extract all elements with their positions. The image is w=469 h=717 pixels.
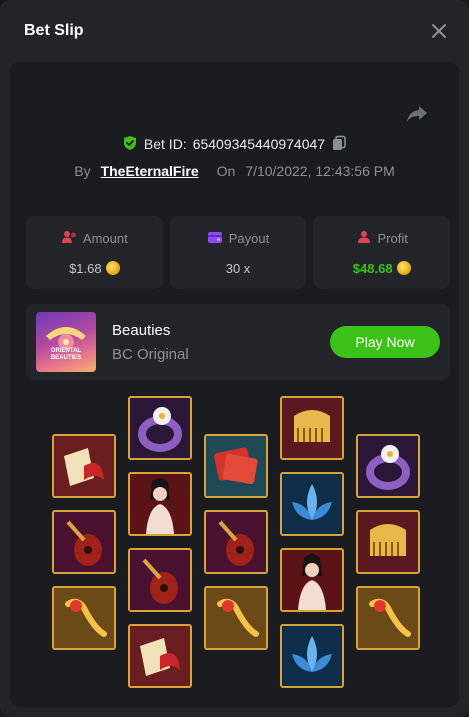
symbol-fan <box>128 624 192 688</box>
symbol-hairpin <box>356 586 420 650</box>
username-link[interactable]: TheEternalFire <box>101 163 199 179</box>
symbol-fan <box>52 434 116 498</box>
copy-icon[interactable] <box>331 135 347 154</box>
amount-label: Amount <box>82 230 128 246</box>
modal-header: Bet Slip <box>0 0 469 62</box>
coin-icon <box>105 261 120 275</box>
profit-value: $48.68 <box>352 260 393 276</box>
bet-id-value: 65409345440974047 <box>192 136 326 152</box>
symbol-pipa <box>204 510 268 574</box>
profit-icon <box>356 230 372 247</box>
symbol-comb <box>280 396 344 460</box>
coin-icon <box>396 261 411 275</box>
modal-title: Bet Slip <box>24 22 84 39</box>
bet-id-row: Bet ID: 65409345440974047 <box>0 134 469 154</box>
symbol-lotus <box>280 624 344 688</box>
thumbnail-caption-2: BEAUTIES <box>50 355 82 361</box>
stat-payout: Payout 30 x <box>169 216 307 289</box>
play-now-button[interactable]: Play Now <box>330 326 440 358</box>
game-name[interactable]: Beauties <box>112 322 170 339</box>
symbol-envelope <box>204 434 268 498</box>
game-card: ORIENTAL BEAUTIES Beauties BC Original P… <box>26 304 450 380</box>
bet-datetime: 7/10/2022, 12:43:56 PM <box>245 163 395 179</box>
game-thumbnail[interactable]: ORIENTAL BEAUTIES <box>36 312 96 372</box>
bet-meta-row: By TheEternalFire On 7/10/2022, 12:43:56… <box>0 160 469 182</box>
amount-value: $1.68 <box>69 260 102 276</box>
symbol-lady <box>280 548 344 612</box>
on-label: On <box>216 163 236 179</box>
thumbnail-caption-1: ORIENTAL <box>50 348 82 354</box>
share-icon[interactable] <box>405 104 429 124</box>
amount-icon <box>61 230 77 247</box>
payout-label: Payout <box>228 230 270 246</box>
profit-label: Profit <box>377 230 408 246</box>
symbol-lady <box>128 472 192 536</box>
symbol-hairpin <box>204 586 268 650</box>
bet-stats: Amount $1.68 Payout 30 x Profit $48.68 <box>26 216 451 289</box>
verified-shield-icon <box>122 135 138 154</box>
wallet-icon <box>207 230 223 247</box>
symbol-comb <box>356 510 420 574</box>
payout-value: 30 x <box>225 260 251 276</box>
stat-profit: Profit $48.68 <box>313 216 451 289</box>
symbol-pipa <box>52 510 116 574</box>
symbol-ring <box>128 396 192 460</box>
stat-amount: Amount $1.68 <box>26 216 163 289</box>
thumbnail-caption: ORIENTAL BEAUTIES <box>36 348 96 362</box>
bet-id-label: Bet ID: <box>143 136 187 152</box>
close-icon[interactable] <box>429 21 449 41</box>
symbol-hairpin <box>52 586 116 650</box>
symbol-pipa <box>128 548 192 612</box>
game-provider: BC Original <box>112 346 189 363</box>
symbol-ring <box>356 434 420 498</box>
by-label: By <box>74 163 91 179</box>
bet-slip-modal: Bet Slip Bet ID: 65409345440974047 By Th… <box>0 0 469 717</box>
symbol-lotus <box>280 472 344 536</box>
